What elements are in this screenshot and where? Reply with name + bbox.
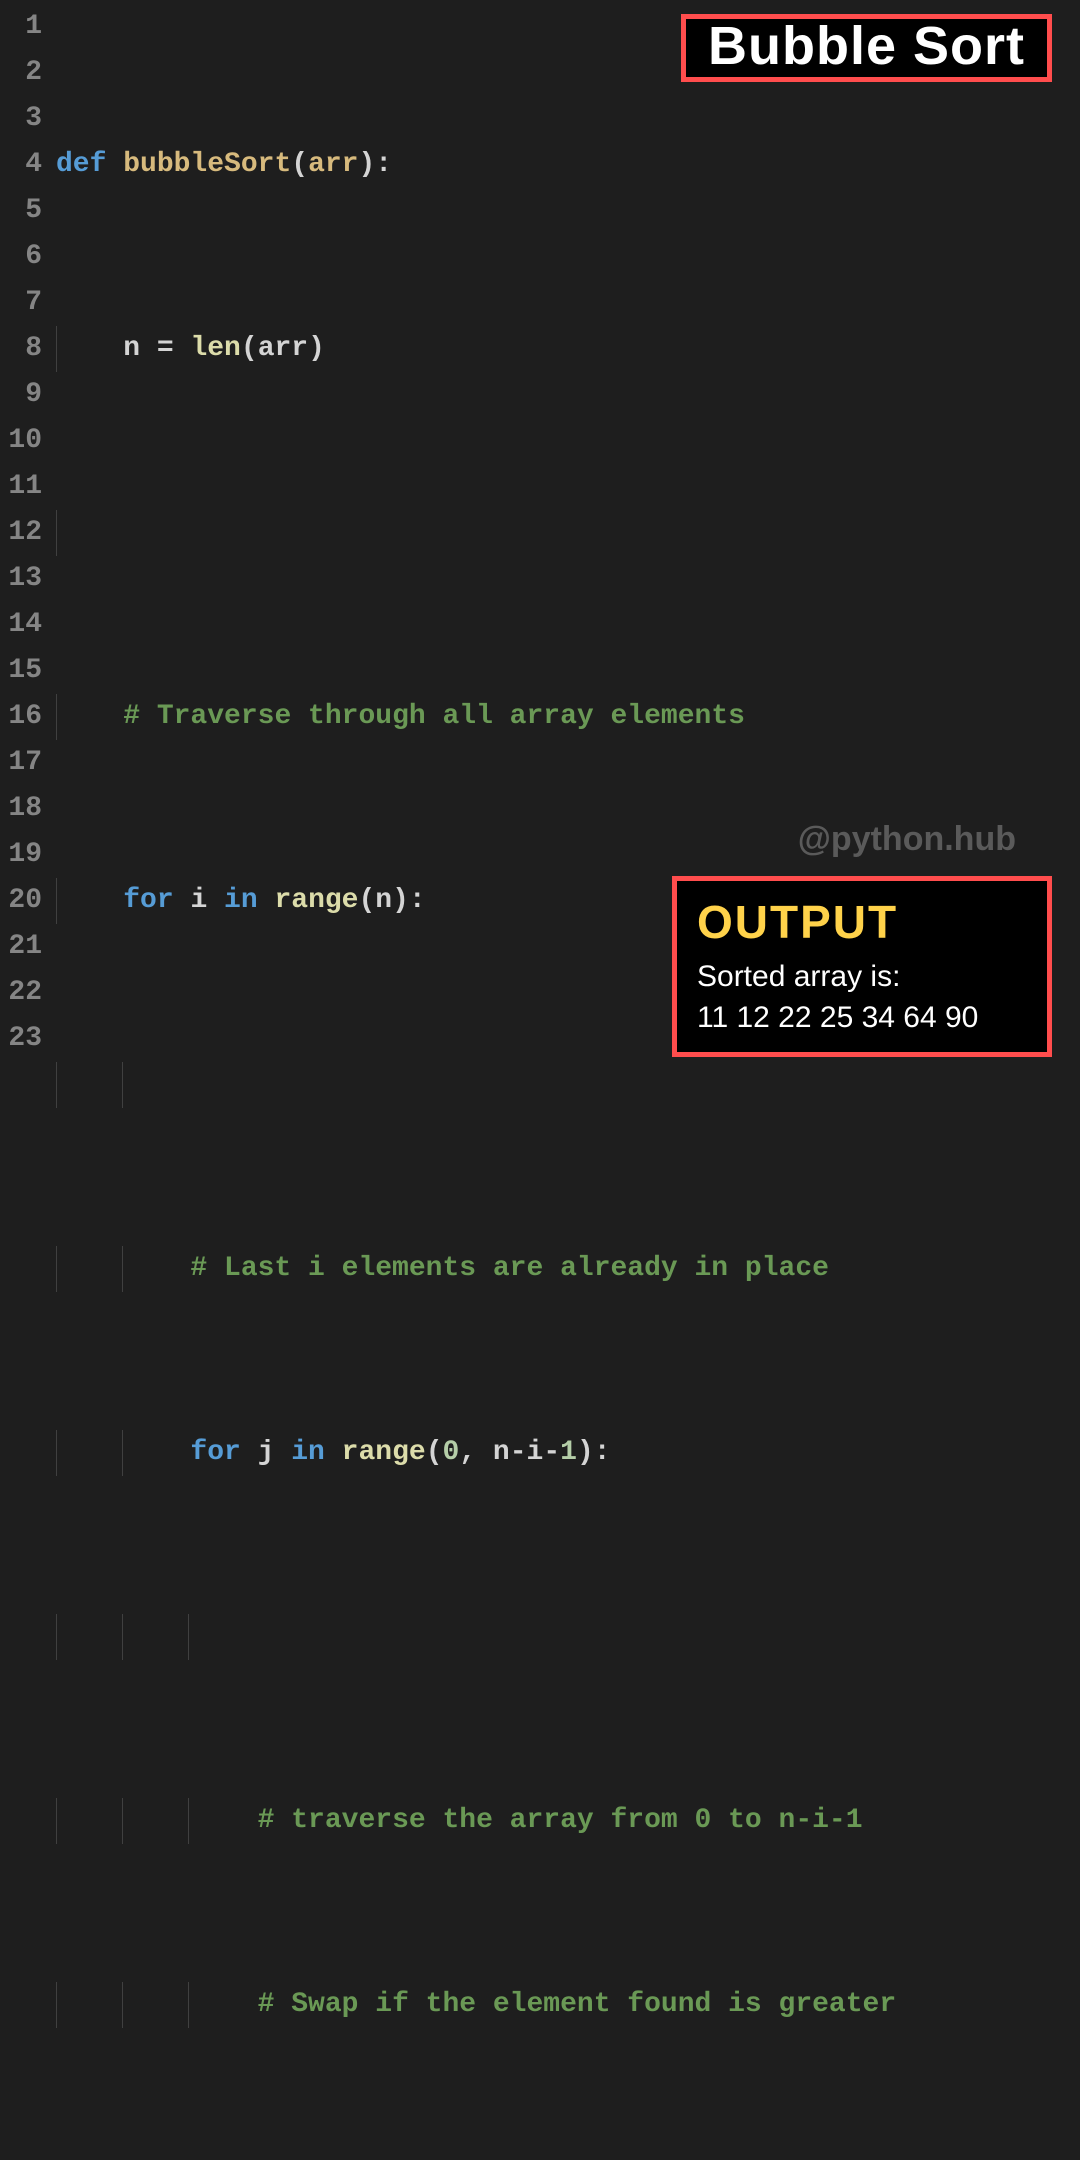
indent — [56, 1989, 258, 2020]
line-number: 2 — [0, 50, 42, 96]
code-line[interactable]: # Traverse through all array elements — [56, 694, 1080, 740]
keyword-in: in — [207, 885, 274, 916]
paren: ) — [392, 885, 409, 916]
output-header: OUTPUT — [697, 891, 1027, 953]
var: n — [123, 333, 140, 364]
indent — [56, 1437, 190, 1468]
builtin-range: range — [342, 1437, 426, 1468]
code-line[interactable] — [56, 1062, 1080, 1108]
paren: ( — [241, 333, 258, 364]
number: 0 — [443, 1437, 460, 1468]
paren: ) — [358, 149, 375, 180]
builtin-range: range — [274, 885, 358, 916]
expr: n-i- — [493, 1437, 560, 1468]
paren: ( — [426, 1437, 443, 1468]
keyword-def: def — [56, 149, 123, 180]
output-panel: OUTPUT Sorted array is: 11 12 22 25 34 6… — [672, 876, 1052, 1057]
code-line[interactable] — [56, 510, 1080, 556]
paren: ) — [577, 1437, 594, 1468]
indent — [56, 1253, 190, 1284]
number: 1 — [560, 1437, 577, 1468]
indent — [56, 885, 123, 916]
output-line: 11 12 22 25 34 64 90 — [697, 998, 1027, 1039]
line-number: 10 — [0, 418, 42, 464]
line-number: 22 — [0, 970, 42, 1016]
code-line[interactable]: def bubbleSort(arr): — [56, 142, 1080, 188]
line-number-gutter: 1 2 3 4 5 6 7 8 9 10 11 12 13 14 15 16 1… — [0, 4, 56, 2160]
code-area[interactable]: def bubbleSort(arr): n = len(arr) # Trav… — [56, 4, 1080, 2160]
code-line[interactable]: for j in range(0, n-i-1): — [56, 1430, 1080, 1476]
colon: : — [409, 885, 426, 916]
line-number: 19 — [0, 832, 42, 878]
var: j — [258, 1437, 275, 1468]
keyword-for: for — [123, 885, 190, 916]
code-line[interactable]: # Last i elements are already in place — [56, 1246, 1080, 1292]
op: = — [140, 333, 190, 364]
line-number: 12 — [0, 510, 42, 556]
line-number: 21 — [0, 924, 42, 970]
line-number: 9 — [0, 372, 42, 418]
indent — [56, 701, 123, 732]
comment: # traverse the array from 0 to n-i-1 — [258, 1805, 863, 1836]
title-badge: Bubble Sort — [681, 14, 1052, 82]
colon: : — [375, 149, 392, 180]
output-line: Sorted array is: — [697, 957, 1027, 998]
code-line[interactable]: # Swap if the element found is greater — [56, 1982, 1080, 2028]
paren: ) — [308, 333, 325, 364]
code-line[interactable]: # traverse the array from 0 to n-i-1 — [56, 1798, 1080, 1844]
indent — [56, 1805, 258, 1836]
comment: # Traverse through all array elements — [123, 701, 745, 732]
line-number: 15 — [0, 648, 42, 694]
function-name: bubbleSort — [123, 149, 291, 180]
line-number: 4 — [0, 142, 42, 188]
line-number: 18 — [0, 786, 42, 832]
line-number: 20 — [0, 878, 42, 924]
line-number: 17 — [0, 740, 42, 786]
line-number: 5 — [0, 188, 42, 234]
keyword-for: for — [190, 1437, 257, 1468]
line-number: 11 — [0, 464, 42, 510]
line-number: 13 — [0, 556, 42, 602]
comma: , — [459, 1437, 493, 1468]
var: n — [375, 885, 392, 916]
comment: # Last i elements are already in place — [190, 1253, 829, 1284]
line-number: 16 — [0, 694, 42, 740]
colon: : — [594, 1437, 611, 1468]
line-number: 7 — [0, 280, 42, 326]
line-number: 1 — [0, 4, 42, 50]
indent — [56, 333, 123, 364]
line-number: 3 — [0, 96, 42, 142]
keyword-in: in — [274, 1437, 341, 1468]
paren: ( — [291, 149, 308, 180]
code-line[interactable] — [56, 1614, 1080, 1660]
code-editor: 1 2 3 4 5 6 7 8 9 10 11 12 13 14 15 16 1… — [0, 0, 1080, 2160]
watermark: @python.hub — [798, 816, 1016, 862]
paren: ( — [358, 885, 375, 916]
comment: # Swap if the element found is greater — [258, 1989, 897, 2020]
line-number: 8 — [0, 326, 42, 372]
builtin-len: len — [190, 333, 240, 364]
line-number: 23 — [0, 1016, 42, 1062]
line-number: 14 — [0, 602, 42, 648]
line-number: 6 — [0, 234, 42, 280]
code-line[interactable]: n = len(arr) — [56, 326, 1080, 372]
param: arr — [308, 149, 358, 180]
var: arr — [258, 333, 308, 364]
var: i — [190, 885, 207, 916]
